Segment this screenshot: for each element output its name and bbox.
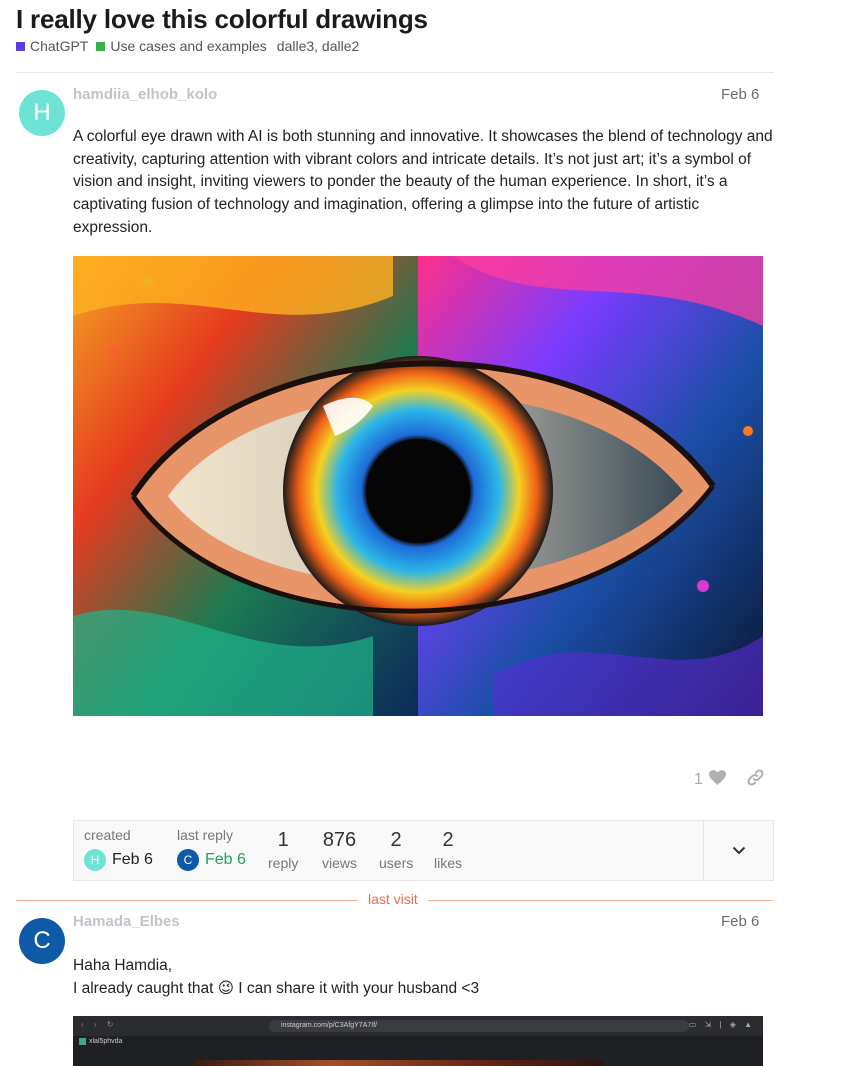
stat-users: 2 users	[379, 829, 413, 871]
last-visit-line-right	[428, 900, 773, 901]
stat-number: 876	[322, 829, 357, 851]
last-reply-section: last reply C Feb 6	[177, 827, 246, 871]
avatar-letter: H	[90, 853, 100, 867]
category-chatgpt[interactable]: ChatGPT	[16, 38, 88, 54]
last-reply-value[interactable]: C Feb 6	[177, 849, 246, 871]
avatar: C	[177, 849, 199, 871]
category-label: Use cases and examples	[110, 38, 267, 54]
topic-meta: ChatGPT Use cases and examples dalle3, d…	[16, 38, 359, 54]
stat-number: 2	[442, 829, 454, 851]
post-date[interactable]: Feb 6	[721, 86, 759, 103]
last-reply-date: Feb 6	[205, 851, 246, 868]
chevron-down-icon	[732, 842, 746, 860]
browser-toolbar-icons: ▭ ⇲ | ◈ ▲	[688, 1020, 755, 1029]
topic-title[interactable]: I really love this colorful drawings	[16, 4, 428, 35]
tag-list[interactable]: dalle3, dalle2	[277, 38, 360, 54]
category-color-square	[16, 41, 25, 51]
stat-number: 1	[277, 829, 289, 851]
post-text: I can share it with your husband <3	[238, 979, 480, 997]
created-section: created H Feb 6	[84, 827, 153, 871]
heart-icon[interactable]	[708, 770, 726, 790]
stat-unit: likes	[434, 855, 463, 871]
post-line: Haha Hamdia,	[73, 957, 173, 974]
avatar-letter: H	[33, 99, 51, 126]
avatar[interactable]: C	[19, 918, 65, 964]
stat-number: 2	[390, 829, 402, 851]
like-count: 1	[694, 771, 703, 788]
avatar[interactable]: H	[19, 90, 65, 136]
browser-tab: xlal5phvda	[79, 1038, 122, 1045]
tab-favicon-icon	[79, 1038, 86, 1045]
last-visit-label: last visit	[362, 891, 424, 907]
last-reply-label: last reply	[177, 827, 234, 843]
created-date: Feb 6	[112, 851, 153, 868]
category-use-cases[interactable]: Use cases and examples	[96, 38, 267, 54]
topic-map: created H Feb 6 last reply C Feb 6 1 rep…	[73, 820, 774, 881]
created-label: created	[84, 827, 131, 843]
post-date[interactable]: Feb 6	[721, 913, 759, 930]
created-value[interactable]: H Feb 6	[84, 849, 153, 871]
avatar: H	[84, 849, 106, 871]
wink-emoji-icon: 😉	[217, 979, 234, 997]
stat-replies: 1 reply	[268, 829, 298, 871]
post-body: A colorful eye drawn with AI is both stu…	[73, 128, 773, 236]
stat-unit: views	[322, 855, 358, 871]
stat-unit: reply	[268, 855, 299, 871]
last-visit-line-left	[16, 900, 358, 901]
topic-map-toggle-button[interactable]	[703, 821, 773, 880]
stat-likes: 2 likes	[434, 829, 462, 871]
post-image[interactable]	[73, 256, 763, 716]
screenshot-content	[193, 1060, 603, 1066]
link-icon[interactable]	[746, 768, 765, 792]
post-screenshot-image[interactable]: ‹ › ↻ instagram.com/p/C3AfgY7A7If/ ▭ ⇲ |…	[73, 1016, 763, 1066]
browser-nav-icons: ‹ › ↻	[81, 1020, 118, 1029]
category-color-square	[96, 41, 106, 51]
tab-label: xlal5phvda	[89, 1038, 123, 1045]
post-line: I already caught that 😉 I can share it w…	[73, 978, 773, 1001]
post-username[interactable]: Hamada_Elbes	[73, 913, 180, 930]
stat-views: 876 views	[322, 829, 357, 871]
post-body: Haha Hamdia, I already caught that 😉 I c…	[73, 955, 773, 1000]
post-actions: 1	[694, 768, 765, 792]
divider	[16, 72, 774, 73]
colorful-eye-illustration-icon	[73, 256, 763, 716]
post-username[interactable]: hamdiia_elhob_kolo	[73, 86, 217, 103]
category-label: ChatGPT	[30, 38, 89, 54]
avatar-letter: C	[33, 927, 51, 954]
browser-bar: ‹ › ↻ instagram.com/p/C3AfgY7A7If/ ▭ ⇲ |…	[73, 1016, 763, 1036]
stat-unit: users	[379, 855, 414, 871]
post-text: I already caught that	[73, 979, 214, 997]
avatar-letter: C	[183, 853, 193, 867]
browser-url: instagram.com/p/C3AfgY7A7If/	[269, 1020, 689, 1032]
